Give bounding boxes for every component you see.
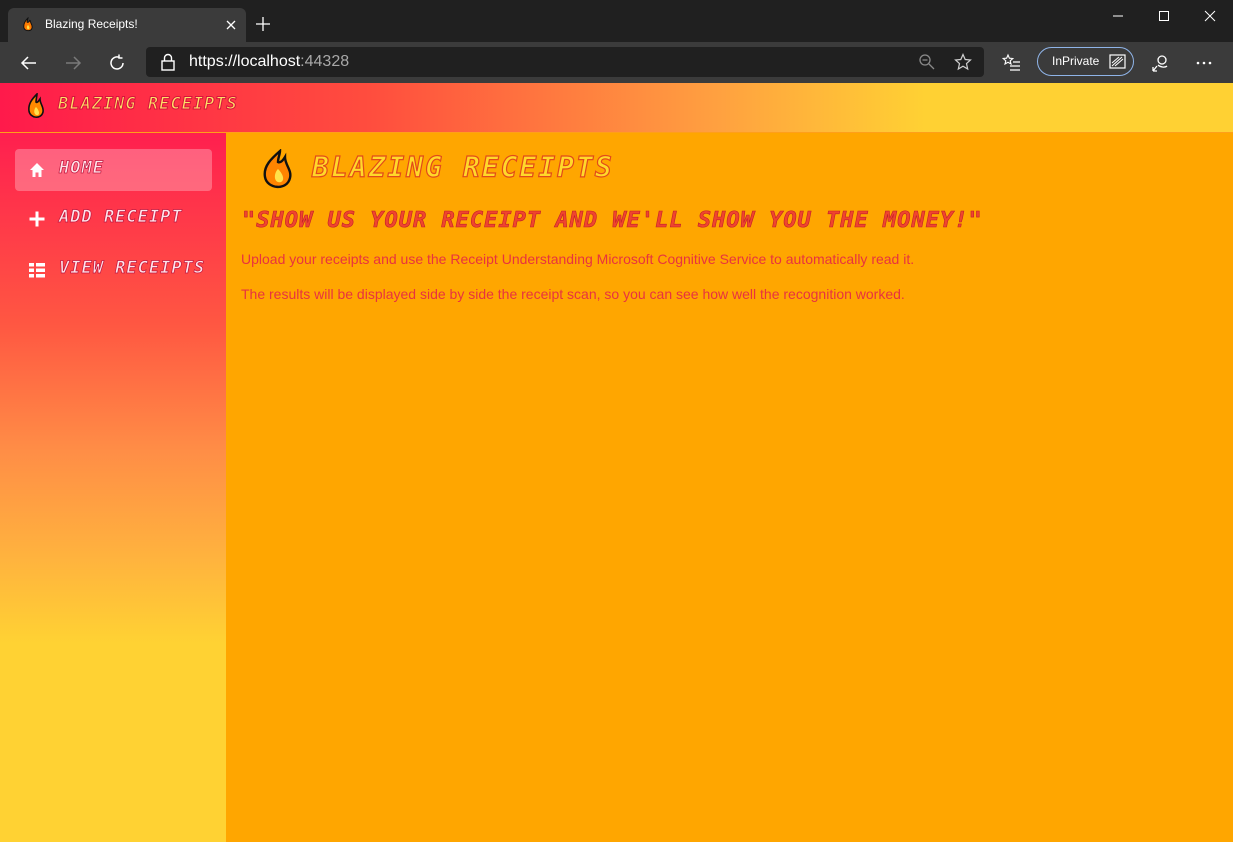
- more-menu-button[interactable]: [1191, 50, 1217, 76]
- intro-paragraph: Upload your receipts and use the Receipt…: [241, 251, 915, 267]
- plus-icon: [29, 211, 45, 227]
- close-tab-icon[interactable]: [222, 16, 240, 34]
- app-header: Blazing Receipts: [0, 83, 1233, 133]
- sidebar-item-label: Add Receipt: [59, 207, 183, 228]
- lock-icon: [161, 53, 175, 71]
- refresh-icon: [110, 54, 124, 70]
- sidebar-item-view-receipts[interactable]: View Receipts: [15, 249, 212, 291]
- ellipsis-icon: [1196, 61, 1212, 65]
- forward-button[interactable]: [60, 50, 86, 76]
- feedback-icon: [1152, 55, 1168, 72]
- inprivate-label: InPrivate: [1052, 54, 1100, 68]
- url-text: https://localhost:44328: [189, 53, 349, 71]
- sidebar-item-label: View Receipts: [59, 258, 206, 279]
- favorites-button[interactable]: [999, 50, 1025, 76]
- list-icon: [29, 263, 45, 278]
- maximize-icon: [1159, 11, 1169, 21]
- sidebar-item-label: Home: [59, 158, 104, 179]
- main-content: Blazing Receipts "Show us your receipt a…: [226, 133, 1233, 842]
- forward-arrow-icon: [66, 56, 82, 70]
- sidebar-item-add-receipt[interactable]: Add Receipt: [15, 198, 212, 240]
- feedback-button[interactable]: [1147, 50, 1173, 76]
- favorites-list-icon: [1002, 53, 1020, 71]
- address-bar[interactable]: https://localhost:44328: [146, 47, 984, 77]
- minimize-icon: [1113, 15, 1123, 17]
- close-window-button[interactable]: [1187, 0, 1233, 32]
- web-page: Blazing Receipts Home Add Receipt View R…: [0, 83, 1233, 842]
- maximize-button[interactable]: [1141, 0, 1187, 32]
- url-host: https://localhost: [189, 53, 301, 70]
- page-title: Blazing Receipts: [311, 150, 614, 184]
- refresh-button[interactable]: [104, 50, 130, 76]
- sidebar-item-home[interactable]: Home: [15, 149, 212, 191]
- back-button[interactable]: [16, 50, 42, 76]
- flame-icon: [263, 149, 292, 189]
- favorite-star-icon[interactable]: [954, 53, 972, 71]
- sidebar: Home Add Receipt View Receipts: [0, 133, 226, 842]
- back-arrow-icon: [20, 56, 36, 70]
- tagline: "Show us your receipt and we'll show you…: [242, 208, 983, 234]
- flame-icon: [28, 93, 44, 118]
- flame-icon: [23, 17, 33, 32]
- minimize-button[interactable]: [1095, 0, 1141, 32]
- new-tab-icon[interactable]: [254, 15, 272, 33]
- close-icon: [1204, 10, 1216, 22]
- inprivate-button[interactable]: InPrivate: [1037, 47, 1134, 76]
- browser-titlebar: Blazing Receipts!: [0, 0, 1233, 42]
- browser-tab[interactable]: Blazing Receipts!: [8, 8, 246, 42]
- home-icon: [30, 163, 44, 177]
- url-port: :44328: [300, 53, 350, 70]
- tab-title: Blazing Receipts!: [45, 17, 138, 31]
- inprivate-icon: [1109, 54, 1126, 69]
- intro-paragraph: The results will be displayed side by si…: [241, 286, 905, 302]
- brand-title[interactable]: Blazing Receipts: [58, 94, 238, 115]
- zoom-out-icon[interactable]: [918, 53, 936, 71]
- browser-toolbar: https://localhost:44328 InPrivate: [0, 42, 1233, 83]
